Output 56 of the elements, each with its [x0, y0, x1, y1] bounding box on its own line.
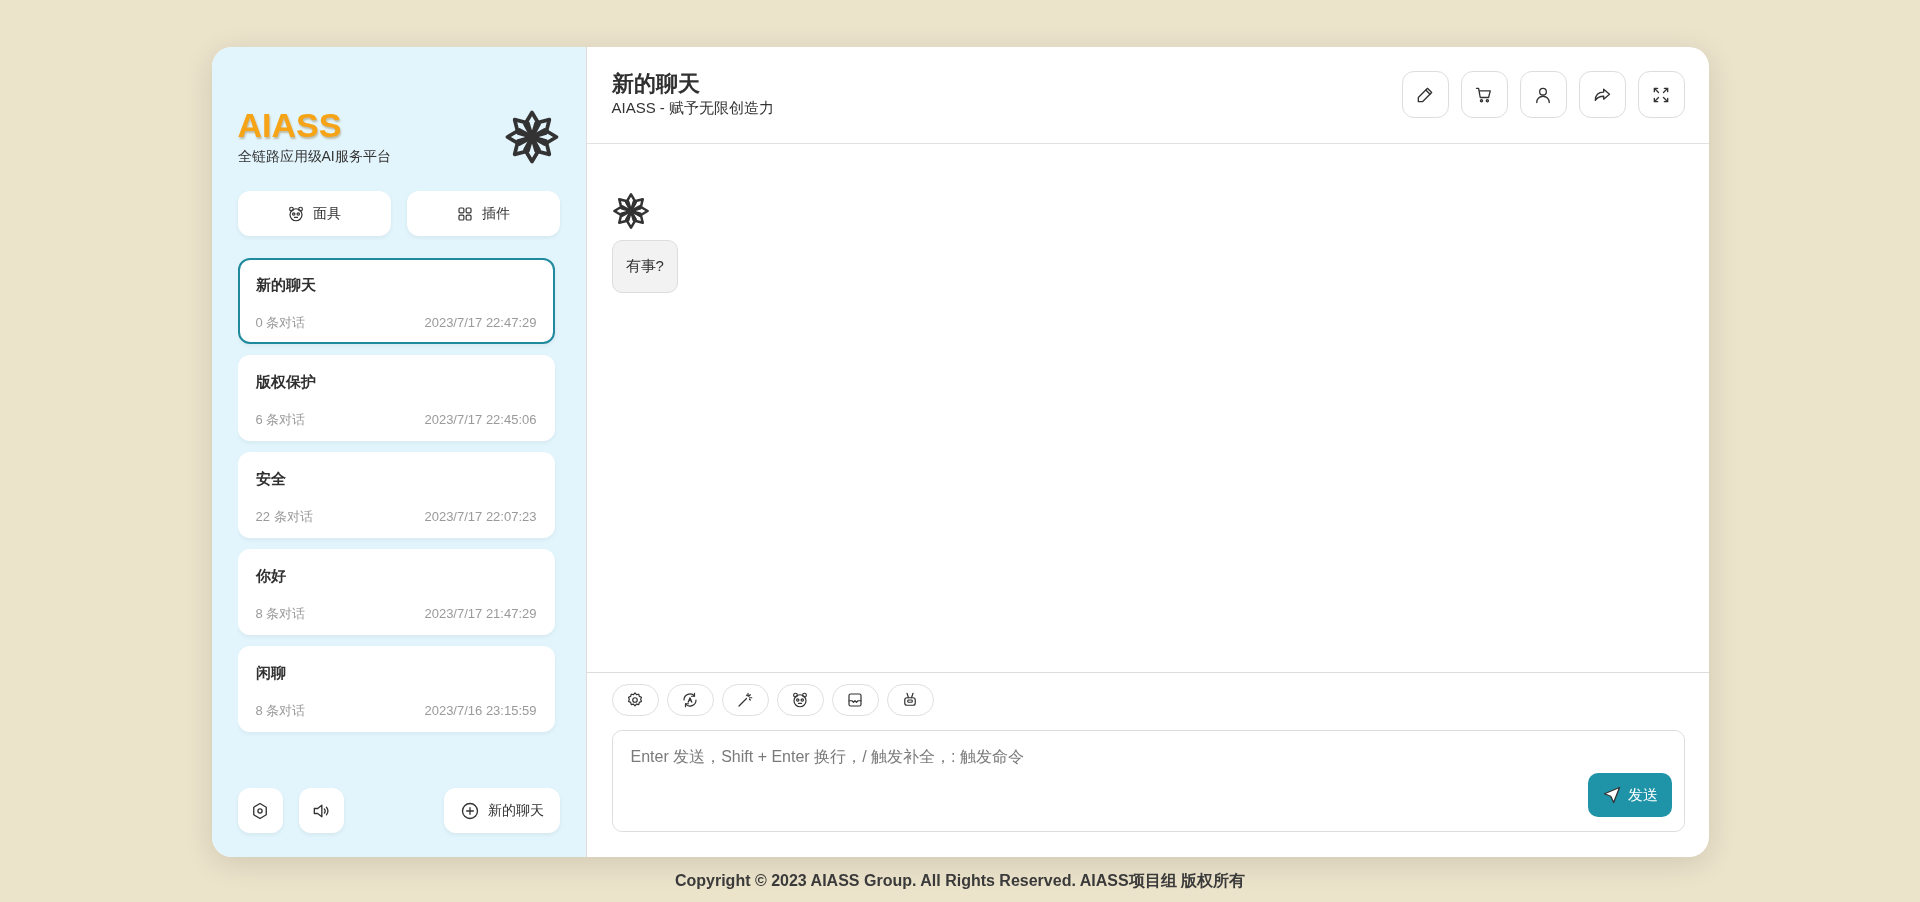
chat-subtitle: AIASS - 赋予无限创造力 — [611, 98, 775, 119]
logo-subtitle: 全链路应用级AI服务平台 — [237, 147, 391, 167]
speaker-button[interactable] — [298, 788, 344, 833]
bear-face-icon — [791, 691, 809, 709]
copyright-text: Copyright © 2023 AIASS Group. All Rights Reserved. AIASS项目组 版权所有 — [674, 871, 1246, 891]
chat-list-item[interactable]: 闲聊 8 条对话 2023/7/16 23:15:59 — [237, 646, 555, 733]
shop-button[interactable] — [1460, 71, 1508, 118]
chat-title: 新的聊天 — [255, 275, 317, 296]
model-button[interactable] — [886, 684, 934, 716]
chat-list-item[interactable]: 新的聊天 0 条对话 2023/7/17 22:47:29 — [237, 258, 555, 345]
chat-timestamp: 2023/7/17 21:47:29 — [424, 604, 537, 623]
send-button[interactable]: 发送 — [1587, 773, 1672, 817]
grid-icon — [456, 204, 474, 223]
masks-button[interactable] — [776, 684, 824, 716]
send-icon — [1601, 785, 1622, 805]
plus-circle-icon — [459, 800, 480, 821]
chat-title: 版权保护 — [255, 372, 317, 393]
fullscreen-button[interactable] — [1637, 71, 1685, 118]
chat-title: 闲聊 — [255, 663, 287, 684]
edit-button[interactable] — [1401, 71, 1449, 118]
theme-button[interactable] — [666, 684, 714, 716]
masks-button[interactable]: 面具 — [237, 191, 391, 237]
settings-icon — [626, 691, 644, 709]
chat-timestamp: 2023/7/16 23:15:59 — [424, 701, 537, 720]
settings-icon — [250, 800, 270, 821]
chat-list-item[interactable]: 版权保护 6 条对话 2023/7/17 22:45:06 — [237, 355, 555, 442]
magic-wand-icon — [736, 691, 754, 709]
settings-button[interactable] — [237, 788, 283, 833]
settings-button[interactable] — [611, 684, 659, 716]
logo-text: AIASS — [237, 107, 343, 145]
message-count: 8 条对话 — [255, 604, 306, 623]
message-count: 22 条对话 — [255, 507, 313, 526]
bear-face-icon — [287, 204, 305, 223]
chat-list-item[interactable]: 安全 22 条对话 2023/7/17 22:07:23 — [237, 452, 555, 539]
plugins-button[interactable]: 插件 — [406, 191, 560, 237]
new-chat-button[interactable]: 新的聊天 — [443, 788, 560, 833]
auto-theme-icon — [681, 691, 699, 709]
inbox-icon — [846, 691, 864, 709]
robot-icon — [901, 691, 919, 709]
chat-title: 你好 — [255, 566, 287, 587]
flower-logo-icon — [611, 192, 650, 230]
message-bubble: 有事? — [611, 240, 678, 293]
flower-logo-icon — [503, 109, 560, 166]
chat-timestamp: 2023/7/17 22:45:06 — [424, 410, 537, 429]
chat-title: 新的聊天 — [611, 71, 701, 98]
account-button[interactable] — [1519, 71, 1567, 118]
context-button[interactable] — [831, 684, 879, 716]
chat-timestamp: 2023/7/17 22:47:29 — [424, 313, 537, 332]
message-count: 8 条对话 — [255, 701, 306, 720]
chat-list-item[interactable]: 你好 8 条对话 2023/7/17 21:47:29 — [237, 549, 555, 636]
chat-timestamp: 2023/7/17 22:07:23 — [424, 507, 537, 526]
message-count: 0 条对话 — [255, 313, 306, 332]
message-input[interactable]: Enter 发送，Shift + Enter 换行，/ 触发补全，: 触发命令 发送 — [611, 730, 1685, 832]
chat-title: 安全 — [255, 469, 287, 490]
message-count: 6 条对话 — [255, 410, 306, 429]
share-button[interactable] — [1578, 71, 1626, 118]
